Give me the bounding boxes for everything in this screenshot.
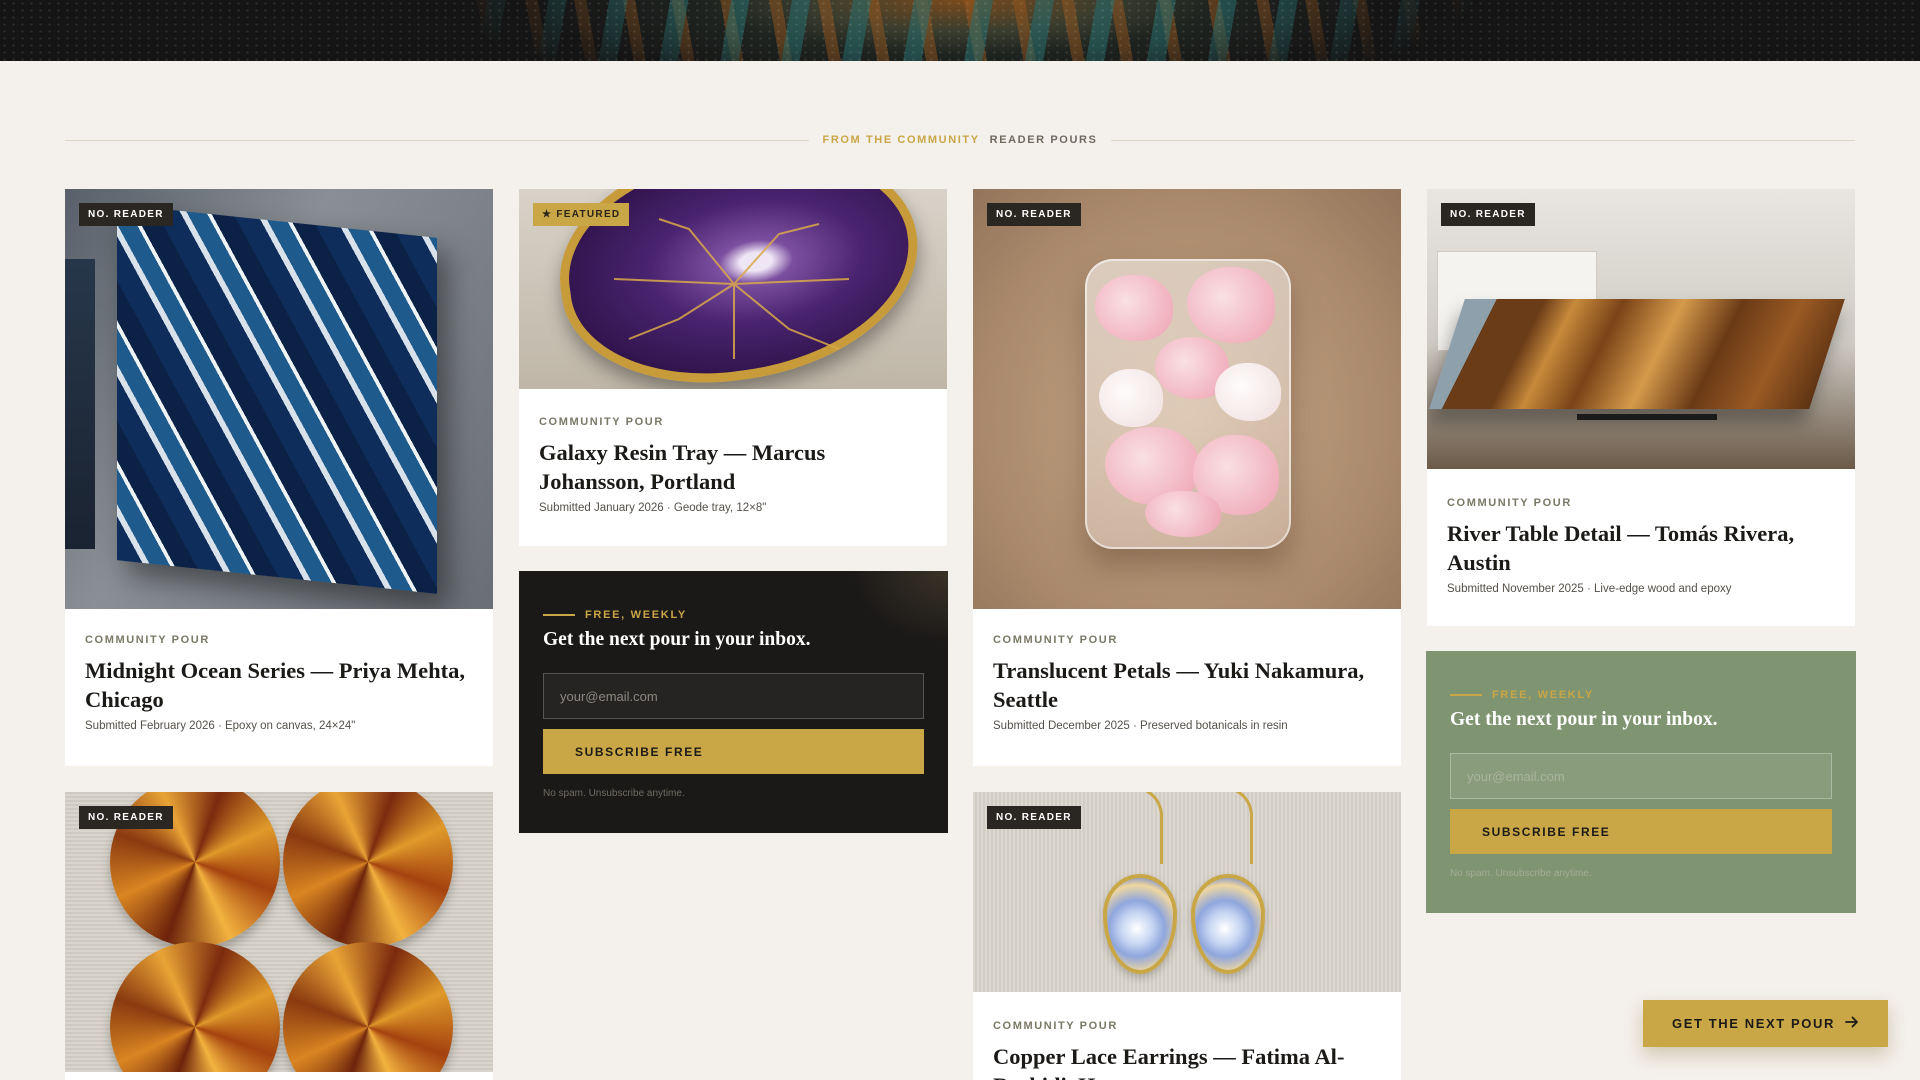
email-field[interactable] bbox=[1450, 753, 1832, 799]
newsletter-eyebrow: FREE, WEEKLY bbox=[1450, 689, 1832, 701]
section-header: FROM THE COMMUNITY READER POURS bbox=[65, 132, 1856, 148]
newsletter-eyebrow: FREE, WEEKLY bbox=[543, 609, 924, 621]
card-title[interactable]: River Table Detail — Tomás Rivera, Austi… bbox=[1447, 519, 1835, 577]
divider-left bbox=[65, 139, 809, 141]
section-title: READER POURS bbox=[989, 134, 1098, 146]
card-image: ★ FEATURED bbox=[519, 189, 947, 389]
card-kicker: COMMUNITY POUR bbox=[993, 634, 1118, 646]
newsletter-dark: FREE, WEEKLY Get the next pour in your i… bbox=[519, 571, 948, 833]
newsletter-title: Get the next pour in your inbox. bbox=[1450, 709, 1718, 730]
get-next-pour-button[interactable]: GET THE NEXT POUR bbox=[1643, 1000, 1888, 1047]
reader-badge: NO. READER bbox=[987, 806, 1081, 829]
card-title[interactable]: Translucent Petals — Yuki Nakamura, Seat… bbox=[993, 656, 1381, 714]
card-title[interactable]: Galaxy Resin Tray — Marcus Johansson, Po… bbox=[539, 438, 927, 496]
reader-badge: NO. READER bbox=[987, 203, 1081, 226]
card-title[interactable]: Copper Lace Earrings — Fatima Al-Rashidi… bbox=[993, 1042, 1381, 1080]
card-kicker: COMMUNITY POUR bbox=[1447, 497, 1572, 509]
card-meta: Submitted December 2025 · Preserved bota… bbox=[993, 720, 1288, 732]
card-image: NO. READER bbox=[1427, 189, 1855, 469]
newsletter-title: Get the next pour in your inbox. bbox=[543, 629, 811, 650]
card-kicker: COMMUNITY POUR bbox=[539, 416, 664, 428]
newsletter-note: No spam. Unsubscribe anytime. bbox=[1450, 868, 1592, 879]
card-image: NO. READER bbox=[65, 792, 493, 1072]
subscribe-button[interactable]: SUBSCRIBE FREE bbox=[1450, 809, 1832, 854]
card-meta: Submitted February 2026 · Epoxy on canva… bbox=[85, 720, 356, 732]
reader-badge: NO. READER bbox=[79, 806, 173, 829]
newsletter-sage: FREE, WEEKLY Get the next pour in your i… bbox=[1426, 651, 1856, 913]
subscribe-button[interactable]: SUBSCRIBE FREE bbox=[543, 729, 924, 774]
card-river-table[interactable]: NO. READER COMMUNITY POUR River Table De… bbox=[1427, 189, 1855, 626]
reader-badge: NO. READER bbox=[1441, 203, 1535, 226]
reader-badge: NO. READER bbox=[79, 203, 173, 226]
section-eyebrow: FROM THE COMMUNITY bbox=[822, 134, 980, 146]
card-image: NO. READER bbox=[973, 189, 1401, 609]
card-translucent-petals[interactable]: NO. READER COMMUNITY POUR Translucent Pe… bbox=[973, 189, 1401, 766]
card-image: NO. READER bbox=[65, 189, 493, 609]
card-amber-coasters[interactable]: NO. READER bbox=[65, 792, 493, 1080]
hero-image-strip bbox=[0, 0, 1920, 61]
card-copper-earrings[interactable]: NO. READER COMMUNITY POUR Copper Lace Ea… bbox=[973, 792, 1401, 1080]
card-image: NO. READER bbox=[973, 792, 1401, 992]
card-meta: Submitted January 2026 · Geode tray, 12×… bbox=[539, 502, 767, 514]
card-kicker: COMMUNITY POUR bbox=[993, 1020, 1118, 1032]
card-title[interactable]: Midnight Ocean Series — Priya Mehta, Chi… bbox=[85, 656, 473, 714]
newsletter-note: No spam. Unsubscribe anytime. bbox=[543, 788, 685, 799]
email-field[interactable] bbox=[543, 673, 924, 719]
card-galaxy-tray[interactable]: ★ FEATURED COMMUNITY POUR Galaxy Resin T… bbox=[519, 189, 947, 546]
cta-label: GET THE NEXT POUR bbox=[1672, 1016, 1835, 1031]
card-midnight-ocean[interactable]: NO. READER COMMUNITY POUR Midnight Ocean… bbox=[65, 189, 493, 766]
divider-right bbox=[1111, 139, 1856, 141]
card-kicker: COMMUNITY POUR bbox=[85, 634, 210, 646]
featured-badge: ★ FEATURED bbox=[533, 203, 630, 226]
card-meta: Submitted November 2025 · Live-edge wood… bbox=[1447, 583, 1732, 595]
arrow-right-icon bbox=[1845, 1016, 1859, 1031]
